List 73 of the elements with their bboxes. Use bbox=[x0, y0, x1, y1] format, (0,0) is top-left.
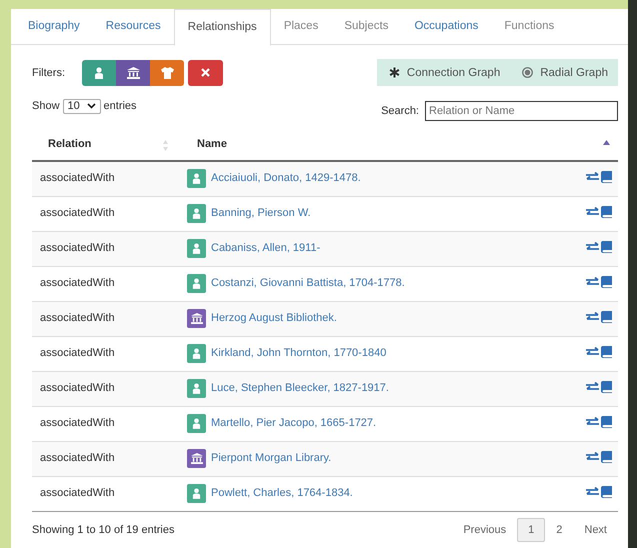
swap-arrows-icon[interactable] bbox=[585, 417, 600, 427]
swap-arrows-icon[interactable] bbox=[585, 172, 600, 182]
building-icon bbox=[187, 309, 206, 328]
show-label: Show bbox=[32, 100, 60, 112]
asterisk-icon bbox=[388, 67, 400, 78]
sort-ascending-icon bbox=[603, 140, 610, 145]
name-link[interactable]: Luce, Stephen Bleecker, 1827-1917. bbox=[211, 382, 389, 394]
name-link[interactable]: Powlett, Charles, 1764-1834. bbox=[211, 487, 353, 499]
tab[interactable]: Occupations bbox=[401, 9, 492, 44]
building-icon bbox=[187, 449, 206, 468]
tab[interactable]: Relationships bbox=[174, 9, 271, 46]
swap-arrows-icon[interactable] bbox=[585, 312, 600, 322]
search-field[interactable]: Relation or Name bbox=[425, 101, 618, 121]
person-icon bbox=[187, 484, 206, 503]
book-icon[interactable] bbox=[601, 486, 612, 498]
tab[interactable]: Biography bbox=[15, 9, 93, 44]
relation-cell: associatedWith bbox=[32, 442, 176, 476]
swap-arrows-icon[interactable] bbox=[585, 277, 600, 287]
relation-cell: associatedWith bbox=[32, 232, 176, 266]
filters-label: Filters: bbox=[32, 66, 65, 78]
name-link[interactable]: Banning, Pierson W. bbox=[211, 207, 311, 219]
relation-cell: associatedWith bbox=[32, 161, 176, 196]
book-icon[interactable] bbox=[601, 381, 612, 393]
book-icon[interactable] bbox=[601, 276, 612, 288]
relation-cell: associatedWith bbox=[32, 302, 176, 336]
search-label: Search: bbox=[381, 105, 419, 117]
book-icon[interactable] bbox=[601, 451, 612, 463]
relation-cell: associatedWith bbox=[32, 372, 176, 406]
building-icon bbox=[126, 66, 140, 78]
book-icon[interactable] bbox=[601, 241, 612, 253]
book-icon[interactable] bbox=[601, 311, 612, 323]
radial-icon bbox=[522, 67, 534, 78]
close-icon bbox=[201, 68, 210, 77]
relation-cell: associatedWith bbox=[32, 476, 176, 512]
person-icon bbox=[187, 204, 206, 223]
person-icon bbox=[187, 379, 206, 398]
person-icon bbox=[187, 169, 206, 188]
swap-arrows-icon[interactable] bbox=[585, 452, 600, 462]
filter-button[interactable] bbox=[82, 60, 116, 86]
pagination-button[interactable]: 1 bbox=[517, 518, 546, 542]
shirt-icon bbox=[160, 66, 174, 78]
connection-graph-link[interactable]: Connection Graph bbox=[388, 66, 500, 78]
name-link[interactable]: Cabaniss, Allen, 1911- bbox=[211, 242, 320, 254]
radial-graph-link[interactable]: Radial Graph bbox=[522, 66, 608, 78]
name-link[interactable]: Herzog August Bibliothek. bbox=[211, 312, 337, 324]
entries-select[interactable]: 10 bbox=[62, 98, 101, 114]
filter-button[interactable] bbox=[116, 60, 150, 86]
person-icon bbox=[187, 414, 206, 433]
name-link[interactable]: Costanzi, Giovanni Battista, 1704-1778. bbox=[211, 277, 405, 289]
person-icon bbox=[187, 239, 206, 258]
name-link[interactable]: Kirkland, John Thornton, 1770-1840 bbox=[211, 347, 386, 359]
name-link[interactable]: Pierpont Morgan Library. bbox=[211, 452, 332, 464]
person-icon bbox=[187, 274, 206, 293]
book-icon[interactable] bbox=[601, 416, 612, 428]
swap-arrows-icon[interactable] bbox=[585, 347, 600, 357]
swap-arrows-icon[interactable] bbox=[585, 242, 600, 252]
filter-button[interactable] bbox=[150, 60, 184, 86]
table-info: Showing 1 to 10 of 19 entries bbox=[32, 524, 174, 536]
name-link[interactable]: Acciaiuoli, Donato, 1429-1478. bbox=[211, 172, 361, 184]
swap-arrows-icon[interactable] bbox=[585, 207, 600, 217]
swap-arrows-icon[interactable] bbox=[585, 487, 600, 497]
name-link[interactable]: Martello, Pier Jacopo, 1665-1727. bbox=[211, 417, 376, 429]
chevron-down-icon bbox=[86, 103, 96, 109]
tab[interactable]: Resources bbox=[92, 9, 174, 44]
swap-arrows-icon[interactable] bbox=[585, 382, 600, 392]
person-icon bbox=[94, 66, 104, 78]
book-icon[interactable] bbox=[601, 346, 612, 358]
entries-label: entries bbox=[104, 100, 137, 112]
clear-filter-button[interactable] bbox=[188, 60, 223, 86]
sort-icon bbox=[163, 140, 168, 151]
person-icon bbox=[187, 344, 206, 363]
book-icon[interactable] bbox=[601, 171, 612, 183]
book-icon[interactable] bbox=[601, 206, 612, 218]
